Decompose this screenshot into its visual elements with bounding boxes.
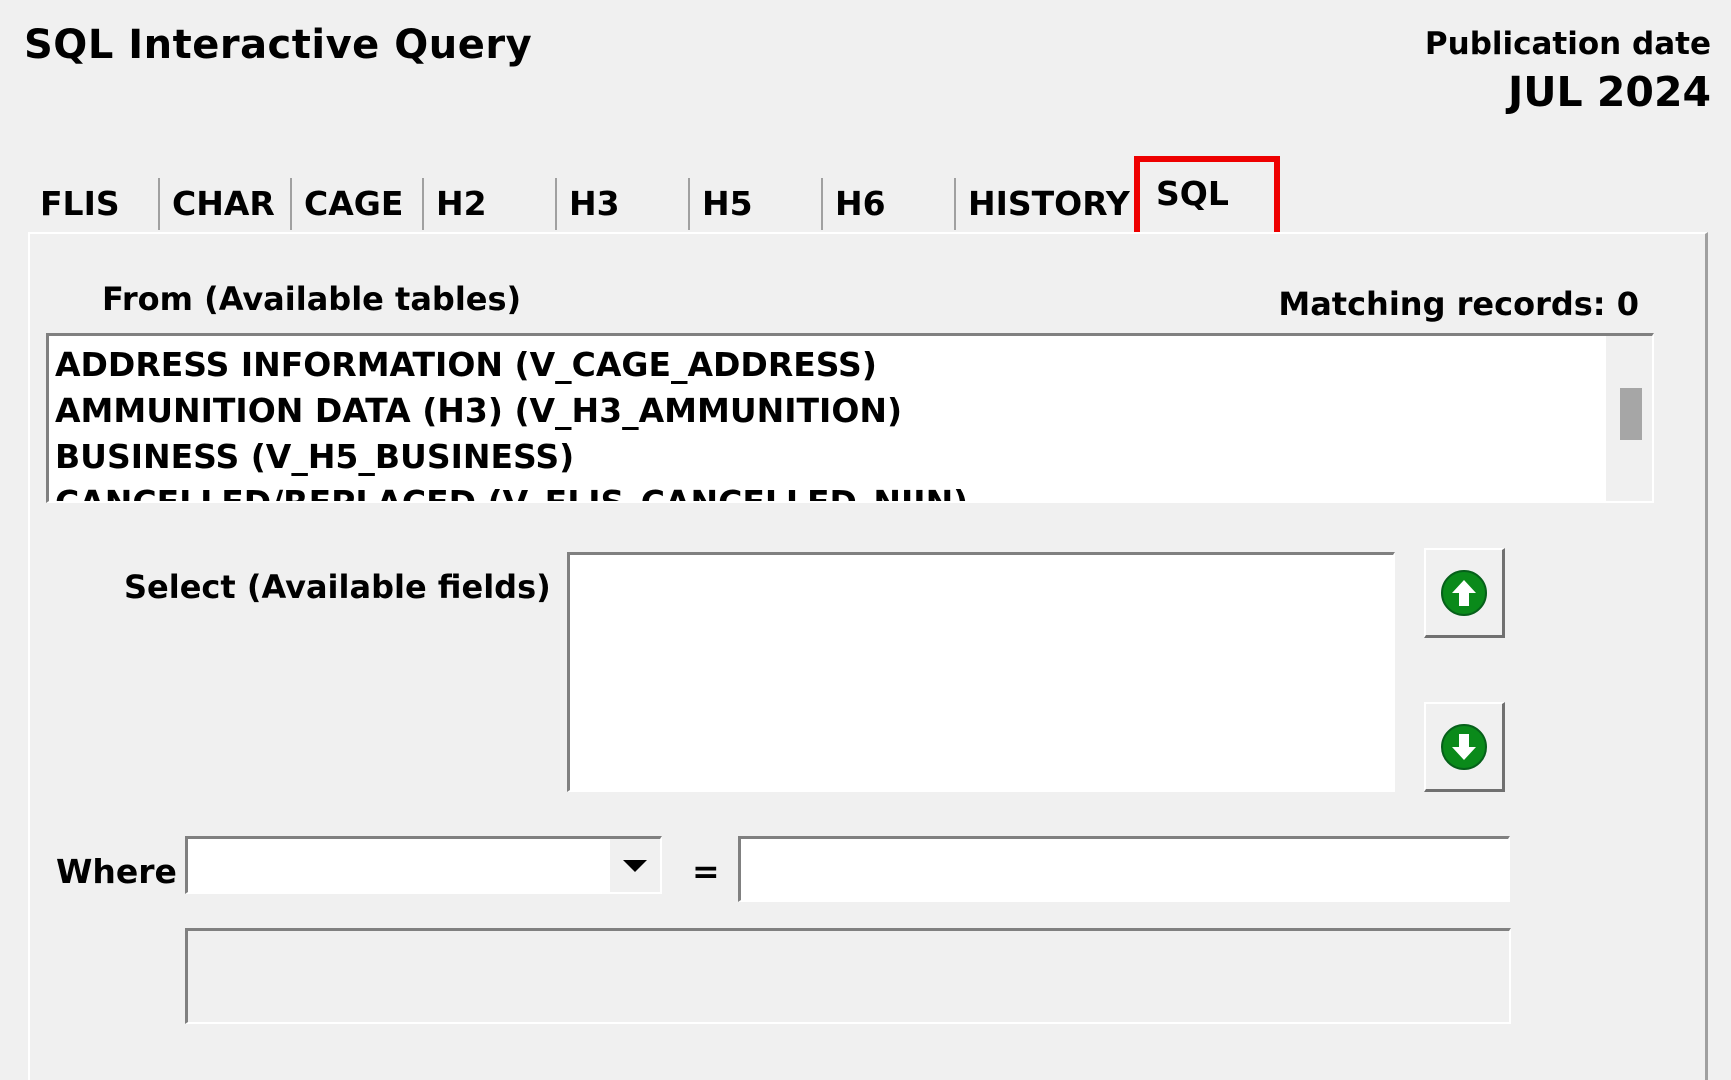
tab-history[interactable]: HISTORY — [956, 176, 1134, 230]
dropdown-button[interactable] — [610, 839, 660, 892]
arrow-up-circle-icon — [1441, 569, 1487, 616]
list-item[interactable]: CANCELLED/REPLACED (V_FLIS_CANCELLED_NII… — [55, 480, 1602, 501]
where-field-dropdown[interactable] — [185, 836, 662, 894]
equals-sign: = — [692, 852, 720, 891]
move-down-button[interactable] — [1424, 702, 1505, 792]
available-fields-listbox[interactable] — [567, 552, 1395, 792]
chevron-down-icon — [623, 859, 647, 872]
where-value-input[interactable] — [738, 836, 1510, 902]
sql-statement-text[interactable] — [185, 928, 1511, 1024]
tab-h3[interactable]: H3 — [557, 176, 687, 230]
available-tables-listbox[interactable]: ADDRESS INFORMATION (V_CAGE_ADDRESS) AMM… — [46, 333, 1654, 503]
publication-date-label: Publication date — [1424, 26, 1711, 62]
list-item[interactable]: ADDRESS INFORMATION (V_CAGE_ADDRESS) — [55, 342, 1602, 388]
tab-h5[interactable]: H5 — [690, 176, 820, 230]
list-item[interactable]: AMMUNITION DATA (H3) (V_H3_AMMUNITION) — [55, 388, 1602, 434]
tab-cage[interactable]: CAGE — [292, 176, 422, 230]
arrow-down-circle-icon — [1441, 723, 1487, 770]
matching-records-count: Matching records: 0 — [1278, 285, 1639, 323]
tab-char[interactable]: CHAR — [160, 176, 290, 230]
scrollbar-thumb[interactable] — [1620, 388, 1642, 440]
tab-h2[interactable]: H2 — [424, 176, 554, 230]
tables-items: ADDRESS INFORMATION (V_CAGE_ADDRESS) AMM… — [55, 342, 1602, 501]
tab-flis[interactable]: FLIS — [28, 176, 156, 230]
list-item[interactable]: BUSINESS (V_H5_BUSINESS) — [55, 434, 1602, 480]
publication-date-value: JUL 2024 — [1507, 68, 1711, 116]
tab-strip: FLIS CHAR CAGE H2 H3 H5 H6 HISTORY — [28, 176, 1278, 232]
from-tables-label: From (Available tables) — [102, 280, 522, 318]
move-up-button[interactable] — [1424, 548, 1505, 638]
sql-interactive-query-window: SQL Interactive Query Publication date J… — [0, 0, 1731, 1080]
where-label: Where — [56, 852, 177, 891]
tab-h6[interactable]: H6 — [823, 176, 953, 230]
app-title: SQL Interactive Query — [24, 22, 533, 68]
select-fields-label: Select (Available fields) — [124, 568, 551, 606]
vertical-scrollbar[interactable] — [1606, 336, 1652, 501]
